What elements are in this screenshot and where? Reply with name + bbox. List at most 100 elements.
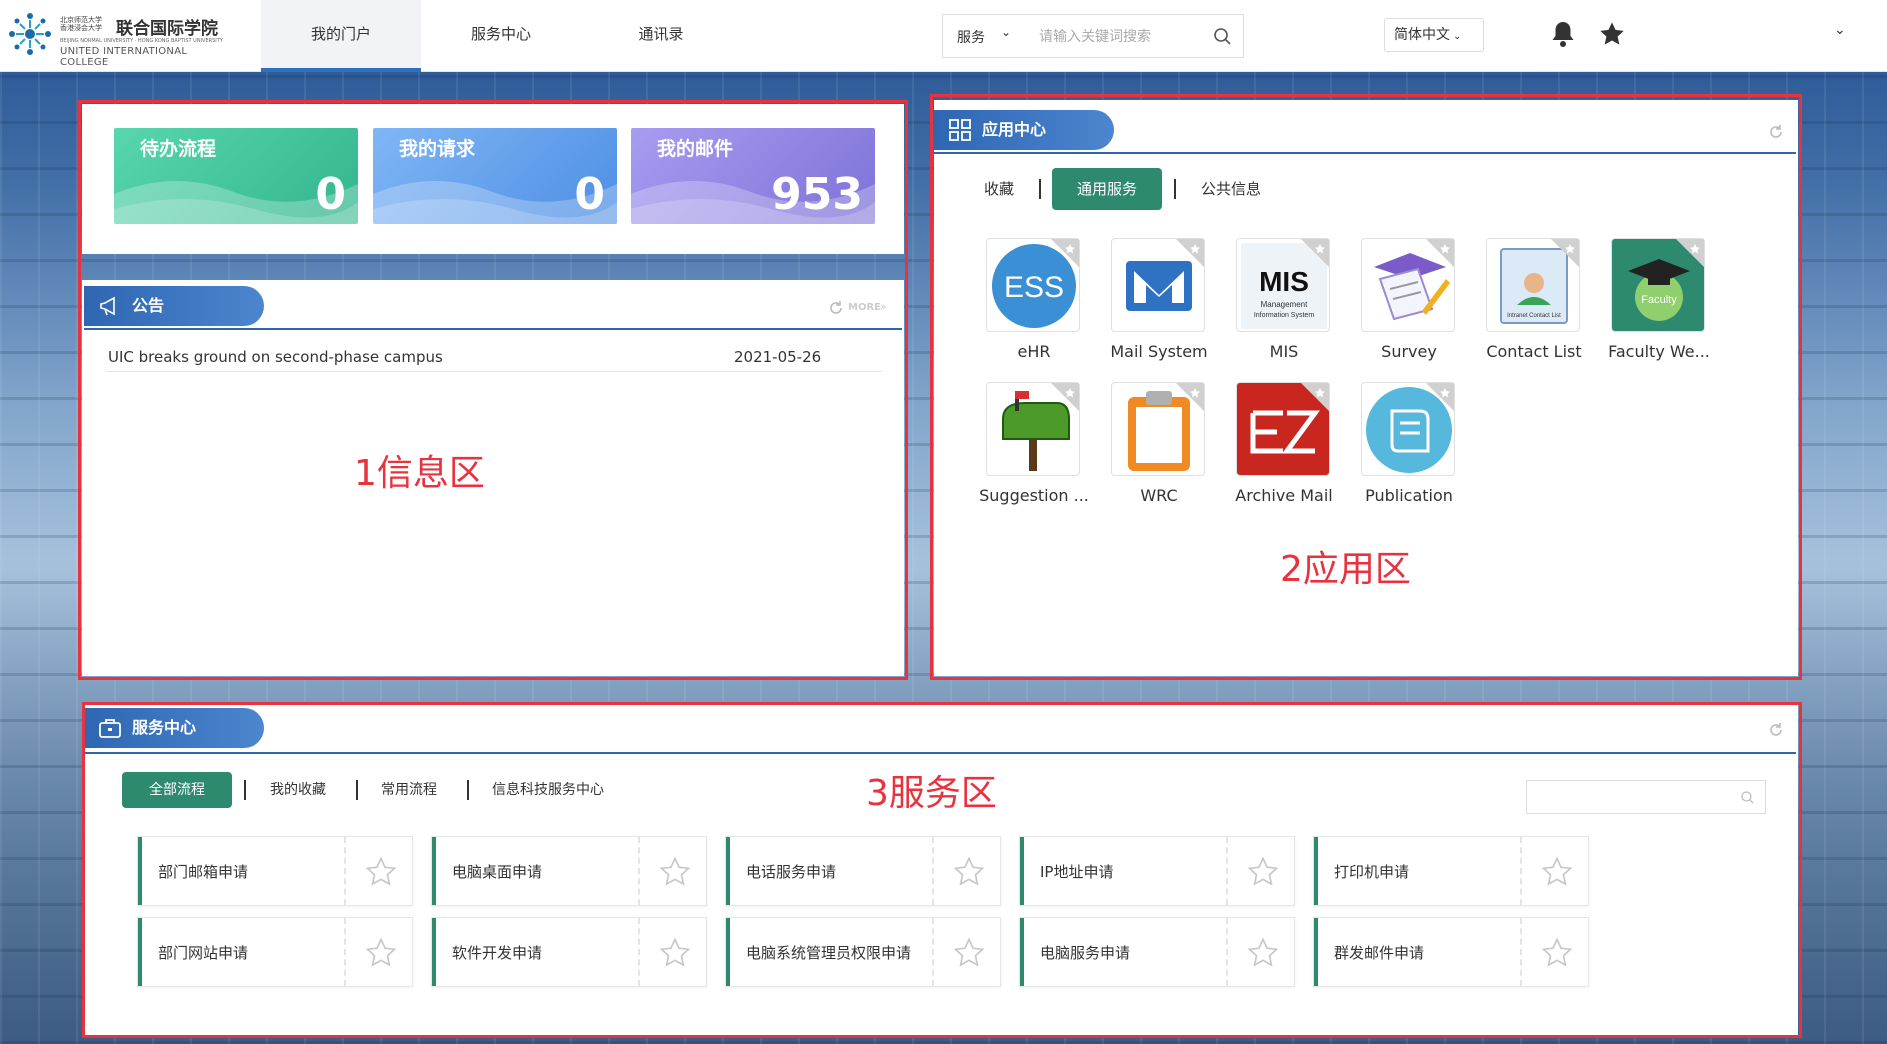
service-card-label[interactable]: IP地址申请: [1040, 861, 1113, 882]
clipboard-icon[interactable]: [1111, 382, 1205, 476]
user-menu-chevron-icon[interactable]: ⌄: [1834, 22, 1846, 38]
favorite-star-icon[interactable]: [658, 855, 692, 889]
favorite-star-icon[interactable]: [1301, 383, 1329, 411]
nav-tab-my-portal[interactable]: 我的门户: [261, 0, 421, 72]
service-card[interactable]: 打印机申请: [1313, 836, 1589, 906]
favorite-star-icon[interactable]: [1176, 239, 1204, 267]
app-tab-general-services[interactable]: 通用服务: [1052, 168, 1162, 210]
app-tile-mail-system[interactable]: Mail System: [1089, 238, 1209, 378]
favorite-star-icon[interactable]: [1051, 383, 1079, 411]
mailbox-icon[interactable]: [986, 382, 1080, 476]
service-card[interactable]: IP地址申请: [1019, 836, 1295, 906]
service-card[interactable]: 电脑服务申请: [1019, 917, 1295, 987]
mis-icon[interactable]: MIS Management Information System: [1236, 238, 1330, 332]
favorite-star-icon[interactable]: [1676, 239, 1704, 267]
nav-tab-service-center[interactable]: 服务中心: [421, 0, 581, 72]
service-card[interactable]: 电脑桌面申请: [431, 836, 707, 906]
search-input[interactable]: [1039, 25, 1199, 49]
favorite-star-icon[interactable]: [1301, 239, 1329, 267]
app-tile-wrc[interactable]: WRC: [1089, 382, 1209, 522]
favorite-star-icon[interactable]: [364, 936, 398, 970]
service-card-label[interactable]: 部门网站申请: [158, 942, 248, 963]
favorite-star-icon[interactable]: [1540, 936, 1574, 970]
service-card-label[interactable]: 电脑系统管理员权限申请: [746, 942, 911, 963]
app-name[interactable]: Publication: [1329, 486, 1489, 505]
archive-mail-icon[interactable]: [1236, 382, 1330, 476]
favorite-star-icon[interactable]: [1426, 239, 1454, 267]
service-card-label[interactable]: 软件开发申请: [452, 942, 542, 963]
service-tab-it-center[interactable]: 信息科技服务中心: [492, 772, 604, 808]
mail-icon[interactable]: [1111, 238, 1205, 332]
chevron-down-icon[interactable]: ⌄: [1001, 25, 1011, 39]
favorite-star-icon[interactable]: [1426, 383, 1454, 411]
faculty-icon[interactable]: Faculty: [1611, 238, 1705, 332]
bell-icon[interactable]: [1550, 20, 1576, 48]
service-card-accent: [726, 918, 730, 986]
service-card-label[interactable]: 电脑服务申请: [1040, 942, 1130, 963]
service-card[interactable]: 部门邮箱申请: [137, 836, 413, 906]
favorite-star-icon[interactable]: [1246, 855, 1280, 889]
service-card[interactable]: 电脑系统管理员权限申请: [725, 917, 1001, 987]
service-card-label[interactable]: 部门邮箱申请: [158, 861, 248, 882]
app-tile-archive-mail[interactable]: Archive Mail: [1214, 382, 1334, 522]
favorite-star-icon[interactable]: [952, 936, 986, 970]
stat-card-requests[interactable]: 我的请求 0: [373, 128, 617, 224]
service-card-divider: [638, 837, 640, 905]
logo-college-name-cn: 联合国际学院: [116, 19, 218, 39]
search-category-select[interactable]: 服务: [957, 27, 985, 47]
service-tab-my-favorites[interactable]: 我的收藏: [270, 772, 326, 808]
survey-icon[interactable]: [1361, 238, 1455, 332]
service-card[interactable]: 群发邮件申请: [1313, 917, 1589, 987]
service-card[interactable]: 部门网站申请: [137, 917, 413, 987]
app-tab-public-info[interactable]: 公共信息: [1201, 168, 1261, 210]
stat-card-mail[interactable]: 我的邮件 953: [631, 128, 875, 224]
stat-title: 我的请求: [399, 138, 476, 160]
ess-icon[interactable]: ESS: [986, 238, 1080, 332]
favorite-star-icon[interactable]: [658, 936, 692, 970]
favorite-star-icon[interactable]: [364, 855, 398, 889]
service-card-accent: [138, 918, 142, 986]
nav-tab-directory[interactable]: 通讯录: [581, 0, 741, 72]
app-tile-mis[interactable]: MIS Management Information System MIS: [1214, 238, 1334, 378]
favorite-star-icon[interactable]: [1176, 383, 1204, 411]
favorite-star-icon[interactable]: [1540, 855, 1574, 889]
college-logo[interactable]: 北京师范大学 香港浸会大学 联合国际学院 BEIJING NORMAL UNIV…: [0, 6, 225, 68]
stat-card-pending[interactable]: 待办流程 0: [114, 128, 358, 224]
more-link[interactable]: MORE: [848, 302, 881, 313]
favorite-star-icon[interactable]: [1551, 239, 1579, 267]
service-tab-common[interactable]: 常用流程: [381, 772, 437, 808]
star-icon[interactable]: [1598, 20, 1626, 48]
app-tile-survey[interactable]: Survey: [1339, 238, 1459, 378]
search-icon[interactable]: [1211, 25, 1235, 49]
app-tile-contact-list[interactable]: Intranet Contact List Contact List: [1464, 238, 1584, 378]
app-tile-ehr[interactable]: ESS eHR: [964, 238, 1084, 378]
service-card[interactable]: 软件开发申请: [431, 917, 707, 987]
language-select[interactable]: 简体中文 ⌄: [1384, 18, 1484, 52]
refresh-icon[interactable]: [1768, 722, 1784, 738]
app-tile-suggestion[interactable]: Suggestion ...: [964, 382, 1089, 522]
service-card-label[interactable]: 打印机申请: [1334, 861, 1409, 882]
favorite-star-icon[interactable]: [1051, 239, 1079, 267]
app-name[interactable]: Faculty We...: [1579, 342, 1739, 361]
service-card-label[interactable]: 电话服务申请: [746, 861, 836, 882]
notice-item-title[interactable]: UIC breaks ground on second-phase campus: [108, 348, 443, 366]
refresh-icon[interactable]: [1768, 124, 1784, 140]
app-tab-favorites[interactable]: 收藏: [984, 168, 1014, 210]
favorite-star-icon[interactable]: [1246, 936, 1280, 970]
service-card-label[interactable]: 群发邮件申请: [1334, 942, 1424, 963]
book-icon[interactable]: [1361, 382, 1455, 476]
service-card[interactable]: 电话服务申请: [725, 836, 1001, 906]
double-chevron-right-icon[interactable]: »: [880, 300, 887, 313]
svg-text:MIS: MIS: [1259, 266, 1309, 297]
refresh-icon[interactable]: [828, 300, 844, 316]
app-tile-faculty-web[interactable]: Faculty Faculty We...: [1589, 238, 1710, 378]
grid-icon: [949, 119, 971, 141]
notice-item[interactable]: UIC breaks ground on second-phase campus…: [106, 340, 882, 372]
service-search-input[interactable]: [1533, 787, 1723, 809]
service-tab-all[interactable]: 全部流程: [122, 772, 232, 808]
service-card-label[interactable]: 电脑桌面申请: [452, 861, 542, 882]
contact-list-icon[interactable]: Intranet Contact List: [1486, 238, 1580, 332]
search-icon[interactable]: [1739, 789, 1757, 807]
app-tile-publication[interactable]: Publication: [1339, 382, 1459, 522]
favorite-star-icon[interactable]: [952, 855, 986, 889]
